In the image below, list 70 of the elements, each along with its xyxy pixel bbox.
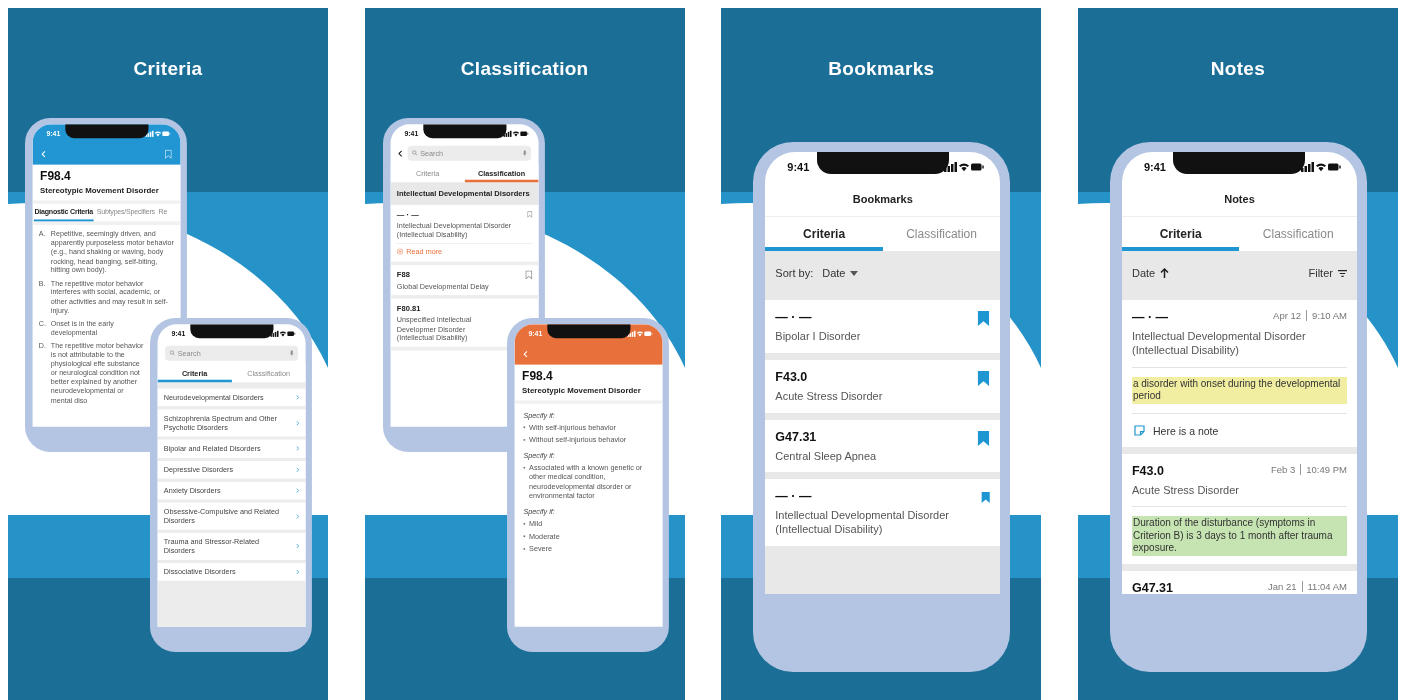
note-date: Jan 21: [1268, 580, 1303, 592]
disorder-name: Intellectual Developmental Disorder (Intellectual Disability): [775, 509, 950, 537]
caret-icon: [850, 270, 859, 276]
code-text: G47.31: [775, 429, 818, 444]
note-time: 10:49 PM: [1306, 463, 1347, 475]
sort-button[interactable]: Date: [1131, 267, 1170, 279]
tab[interactable]: Criteria: [765, 217, 883, 251]
bookmark-card[interactable]: G47.31 Central Sleep Apnea: [765, 419, 1001, 473]
tab[interactable]: Classification: [1239, 217, 1357, 251]
battery-icon: [520, 131, 528, 136]
code-text: G47.31: [1131, 580, 1173, 594]
disorder-name: Intellectual Developmental Disorder (Intellectual Disability): [1131, 330, 1307, 358]
panel-title: Criteria: [133, 58, 203, 80]
code-heading: F98.4: [40, 169, 72, 184]
signal-icon: [944, 162, 958, 172]
sort-dropdown[interactable]: Date: [822, 267, 859, 279]
wifi-icon: [636, 331, 643, 337]
battery-icon: [1327, 163, 1341, 171]
tab[interactable]: Classification: [882, 217, 1001, 251]
bookmark-icon[interactable]: [977, 310, 991, 327]
screen-title: Bookmarks: [852, 193, 913, 205]
note-text: Here is a note: [1152, 424, 1219, 437]
status-time: 9:41: [787, 161, 810, 173]
microphone-icon[interactable]: [289, 350, 294, 357]
code-heading: F98.4: [521, 369, 554, 384]
battery-icon: [287, 331, 296, 336]
code-text: — · —: [775, 489, 813, 504]
code-text: F43.0: [775, 369, 809, 384]
screen-title: Notes: [1224, 193, 1255, 205]
note-time: 9:10 AM: [1312, 310, 1347, 321]
bookmark-card[interactable]: F43.0 Acute Stress Disorder: [765, 359, 1001, 413]
highlighted-text: a disorder with onset during the developmental period: [1131, 376, 1347, 404]
bookmark-card[interactable]: — · — Bipolar I Disorder: [765, 300, 1001, 353]
tab[interactable]: Criteria: [1121, 217, 1240, 251]
battery-icon: [971, 163, 984, 171]
note-time: 11:04 AM: [1307, 580, 1347, 592]
disorder-name: Bipolar I Disorder: [775, 330, 861, 344]
panel-title: Classification: [460, 58, 589, 80]
wifi-icon: [154, 131, 162, 137]
panel-title: Bookmarks: [828, 58, 935, 80]
wifi-icon: [279, 331, 287, 337]
signal-icon: [270, 330, 279, 337]
code-text: F43.0: [1131, 463, 1164, 478]
status-time: 9:41: [1143, 161, 1166, 173]
sort-label: Sort by:: [775, 267, 814, 279]
wifi-icon: [512, 131, 519, 137]
note-date: Apr 12: [1273, 310, 1308, 321]
battery-icon: [644, 331, 652, 336]
bookmark-icon[interactable]: [977, 429, 991, 447]
disorder-name: Central Sleep Apnea: [775, 449, 877, 464]
disorder-name: Acute Stress Disorder: [1131, 483, 1240, 498]
code-text: — · —: [775, 310, 813, 324]
battery-icon: [162, 131, 171, 136]
bookmark-icon[interactable]: [977, 369, 991, 387]
note-date: Feb 3: [1271, 463, 1302, 475]
disorder-name: Acute Stress Disorder: [775, 389, 883, 404]
signal-icon: [503, 130, 512, 137]
highlighted-text: Duration of the disturbance (symptoms in Criterion B) is 3 days to 1 month after trauma exposure.: [1131, 516, 1347, 556]
wifi-icon: [1315, 163, 1326, 172]
signal-icon: [627, 330, 636, 337]
arrow-up-icon: [1160, 268, 1170, 278]
code-text: — · —: [1131, 310, 1169, 324]
filter-button[interactable]: Filter: [1308, 267, 1347, 279]
signal-icon: [1300, 162, 1314, 172]
microphone-icon[interactable]: [522, 150, 527, 157]
bookmark-card[interactable]: — · — Intellectual Developmental Disorder (Intellectual Disability): [765, 479, 1001, 546]
signal-icon: [145, 130, 154, 137]
panel-title: Notes: [1210, 58, 1266, 80]
note-icon[interactable]: [1133, 425, 1145, 436]
filter-icon: [1337, 269, 1347, 277]
